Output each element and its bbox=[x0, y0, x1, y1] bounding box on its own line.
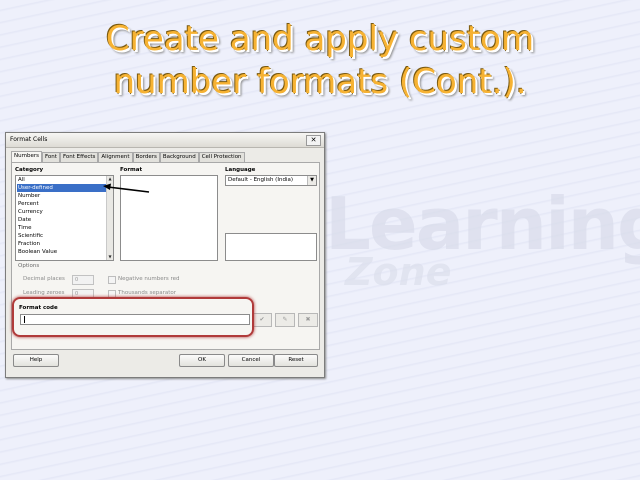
scroll-up-icon[interactable]: ▲ bbox=[107, 176, 113, 182]
slide-title: Create and apply custom number formats (… bbox=[0, 18, 640, 104]
slide-title-line2: number formats (Cont.). bbox=[113, 62, 527, 102]
leading-zeroes-label: Leading zeroes bbox=[23, 290, 65, 296]
category-item-number[interactable]: Number bbox=[17, 192, 40, 200]
format-label: Format bbox=[120, 167, 143, 173]
ok-button[interactable]: OK bbox=[179, 354, 225, 367]
language-value: Default - English (India) bbox=[228, 177, 293, 183]
tab-cell-protection[interactable]: Cell Protection bbox=[198, 152, 245, 162]
edit-comment-icon[interactable]: ✎ bbox=[275, 313, 295, 327]
language-label: Language bbox=[225, 167, 256, 173]
cancel-button[interactable]: Cancel bbox=[228, 354, 274, 367]
tab-numbers[interactable]: Numbers bbox=[11, 151, 42, 162]
category-item-boolean-value[interactable]: Boolean Value bbox=[17, 248, 57, 256]
close-icon[interactable]: ✕ bbox=[306, 135, 321, 146]
chevron-down-icon[interactable]: ▼ bbox=[307, 176, 316, 185]
decimal-places-label: Decimal places bbox=[23, 276, 65, 282]
tab-font[interactable]: Font bbox=[41, 152, 60, 162]
category-item-currency[interactable]: Currency bbox=[17, 208, 43, 216]
dialog-titlebar: Format Cells ✕ bbox=[6, 133, 324, 148]
format-preview bbox=[225, 233, 317, 261]
tab-font-effects[interactable]: Font Effects bbox=[59, 152, 99, 162]
tab-alignment[interactable]: Alignment bbox=[98, 152, 133, 162]
category-item-all[interactable]: All bbox=[17, 176, 25, 184]
format-code-highlight bbox=[12, 297, 254, 337]
watermark-logo-sub: Zone bbox=[345, 250, 452, 294]
category-item-time[interactable]: Time bbox=[17, 224, 31, 232]
help-button[interactable]: Help bbox=[13, 354, 59, 367]
negative-numbers-red-checkbox[interactable] bbox=[108, 276, 116, 284]
language-select[interactable]: Default - English (India) ▼ bbox=[225, 175, 317, 186]
decimal-places-stepper[interactable]: 0 bbox=[72, 275, 94, 285]
tab-bar: Numbers Font Font Effects Alignment Bord… bbox=[11, 151, 245, 162]
category-label: Category bbox=[15, 167, 44, 173]
category-list[interactable]: All User-defined Number Percent Currency… bbox=[15, 175, 114, 261]
accept-icon[interactable]: ✔ bbox=[252, 313, 272, 327]
category-item-fraction[interactable]: Fraction bbox=[17, 240, 40, 248]
category-item-date[interactable]: Date bbox=[17, 216, 31, 224]
delete-icon[interactable]: ✖ bbox=[298, 313, 318, 327]
dialog-title: Format Cells bbox=[10, 136, 48, 143]
category-item-percent[interactable]: Percent bbox=[17, 200, 39, 208]
pointer-arrow-icon bbox=[103, 183, 150, 193]
scroll-down-icon[interactable]: ▼ bbox=[107, 254, 113, 260]
options-label: Options bbox=[18, 263, 40, 269]
tab-borders[interactable]: Borders bbox=[132, 152, 160, 162]
category-item-user-defined[interactable]: User-defined bbox=[17, 184, 110, 192]
negative-numbers-red-label: Negative numbers red bbox=[118, 276, 180, 282]
category-item-scientific[interactable]: Scientific bbox=[17, 232, 43, 240]
tab-background[interactable]: Background bbox=[159, 152, 199, 162]
slide-title-line1: Create and apply custom bbox=[105, 19, 535, 59]
reset-button[interactable]: Reset bbox=[274, 354, 318, 367]
thousands-separator-label: Thousands separator bbox=[118, 290, 177, 296]
format-cells-dialog: Format Cells ✕ Numbers Font Font Effects… bbox=[5, 132, 325, 378]
